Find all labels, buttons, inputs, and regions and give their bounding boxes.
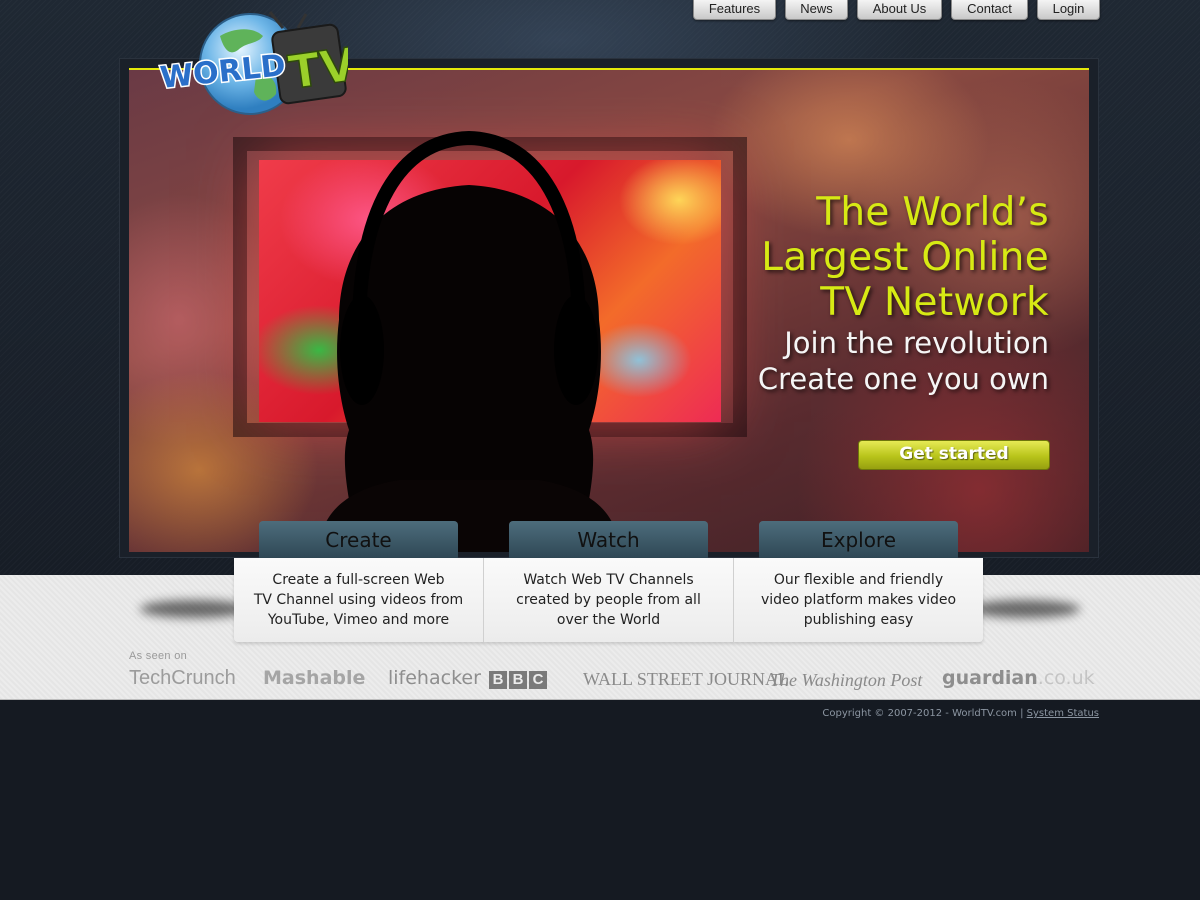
headline-line-3: TV Network bbox=[820, 280, 1049, 325]
card-text: over the World bbox=[556, 612, 661, 628]
as-seen-on-label: As seen on bbox=[129, 650, 188, 662]
feature-cards: Create a full-screen Web TV Channel usin… bbox=[234, 558, 983, 642]
mashable-logo: Mashable bbox=[263, 667, 366, 689]
svg-text:TV: TV bbox=[285, 37, 348, 100]
subline-2: Create one you own bbox=[757, 362, 1049, 396]
tab-create[interactable]: Create bbox=[259, 521, 458, 559]
bbc-letter: B bbox=[489, 671, 507, 689]
card-text: Create a full-screen Web bbox=[272, 572, 445, 588]
tab-watch[interactable]: Watch bbox=[509, 521, 708, 559]
feature-card-explore: Our flexible and friendly video platform… bbox=[733, 558, 983, 642]
bbc-letter: B bbox=[509, 671, 527, 689]
guardian-domain: .co.uk bbox=[1037, 667, 1095, 689]
nav-news-button[interactable]: News bbox=[785, 0, 848, 20]
card-text: created by people from all bbox=[516, 592, 701, 608]
headphone-silhouette-image bbox=[319, 130, 619, 552]
card-text: publishing easy bbox=[803, 612, 914, 628]
get-started-button[interactable]: Get started bbox=[858, 440, 1050, 470]
card-text: video platform makes video bbox=[760, 592, 957, 608]
band-shadow-right bbox=[970, 600, 1080, 618]
card-text: Our flexible and friendly bbox=[773, 572, 944, 588]
nav-about-button[interactable]: About Us bbox=[857, 0, 942, 20]
feature-card-create: Create a full-screen Web TV Channel usin… bbox=[234, 558, 483, 642]
card-text: TV Channel using videos from bbox=[253, 592, 464, 608]
tab-explore[interactable]: Explore bbox=[759, 521, 958, 559]
card-text: YouTube, Vimeo and more bbox=[267, 612, 450, 628]
footer: Copyright © 2007-2012 - WorldTV.com | Sy… bbox=[822, 708, 1099, 719]
nav-login-button[interactable]: Login bbox=[1037, 0, 1100, 20]
headline-line-1: The World’s bbox=[816, 190, 1049, 235]
headline-line-2: Largest Online bbox=[761, 235, 1049, 280]
hero-headline: The World’s Largest Online TV Network Jo… bbox=[629, 190, 1049, 397]
copyright-text: Copyright © 2007-2012 - WorldTV.com | bbox=[822, 708, 1027, 719]
feature-card-watch: Watch Web TV Channels created by people … bbox=[483, 558, 733, 642]
washington-post-logo: The Washington Post bbox=[770, 670, 923, 690]
nav-contact-button[interactable]: Contact bbox=[951, 0, 1028, 20]
hero-banner: The World’s Largest Online TV Network Jo… bbox=[129, 68, 1089, 552]
system-status-link[interactable]: System Status bbox=[1027, 708, 1099, 719]
guardian-name: guardian bbox=[942, 667, 1038, 689]
subline-1: Join the revolution bbox=[784, 326, 1049, 360]
page: Features News About Us Contact Login The… bbox=[0, 0, 1200, 900]
worldtv-logo[interactable]: TV WORLD bbox=[158, 6, 348, 118]
bbc-letter: C bbox=[529, 671, 547, 689]
wsj-logo: WALL STREET JOURNAL bbox=[583, 669, 789, 689]
nav-features-button[interactable]: Features bbox=[693, 0, 776, 20]
techcrunch-logo: TechCrunch bbox=[129, 667, 236, 689]
card-text: Watch Web TV Channels bbox=[523, 572, 694, 588]
bbc-logo: BBC bbox=[489, 669, 549, 695]
lifehacker-logo: lifehacker bbox=[388, 667, 481, 689]
guardian-logo: guardian.co.uk bbox=[942, 667, 1095, 693]
